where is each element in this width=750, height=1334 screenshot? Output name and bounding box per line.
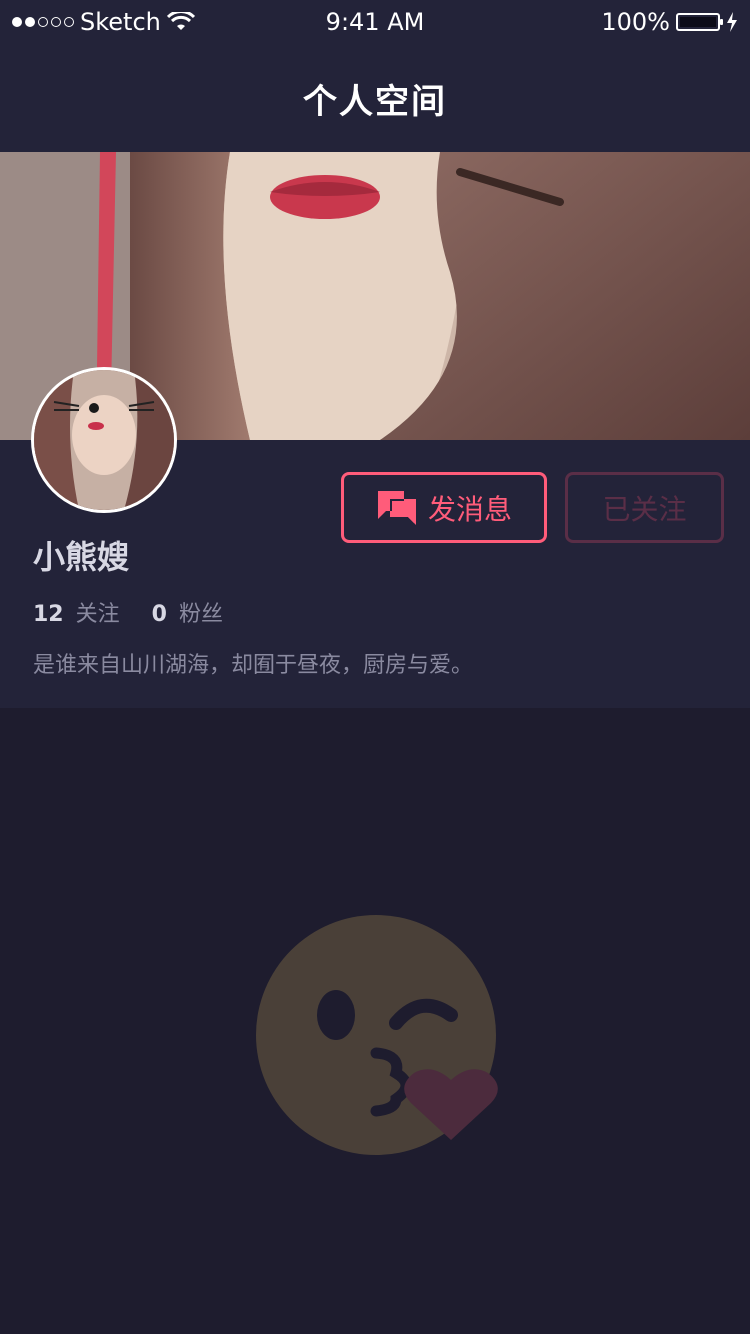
avatar-photo: [34, 370, 174, 510]
charging-icon: [727, 12, 737, 32]
status-battery-group: 100%: [601, 8, 738, 36]
battery-icon: [676, 13, 723, 31]
avatar[interactable]: [31, 367, 177, 513]
profile-bio: 是谁来自山川湖海，却囿于昼夜，厨房与爱。: [33, 653, 474, 678]
following-count[interactable]: 12: [33, 602, 64, 627]
navigation-bar: 个人空间: [0, 44, 750, 152]
empty-state: [256, 915, 498, 1157]
profile-name: 小熊嫂: [33, 538, 130, 576]
following-count-label: 关注: [75, 602, 120, 627]
kiss-emoji-icon: [256, 915, 498, 1155]
following-button[interactable]: 已关注: [565, 472, 724, 543]
battery-percent: 100%: [601, 8, 670, 36]
profile-stats: 12 关注 0 粉丝: [33, 596, 223, 628]
send-message-label: 发消息: [427, 492, 512, 526]
send-message-button[interactable]: 发消息: [341, 472, 547, 543]
followers-count-label: 粉丝: [178, 602, 223, 627]
followers-count[interactable]: 0: [152, 602, 167, 627]
chat-bubbles-icon: [377, 490, 416, 525]
page-title: 个人空间: [303, 81, 447, 122]
status-bar: Sketch 9:41 AM 100%: [0, 0, 750, 44]
following-label: 已关注: [602, 492, 687, 526]
